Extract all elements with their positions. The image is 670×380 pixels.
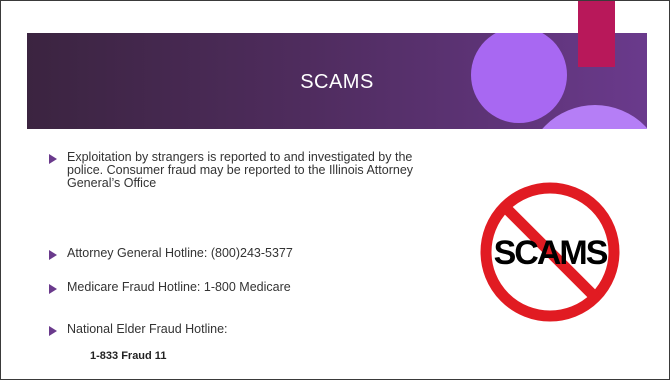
bullet-arrow-icon xyxy=(49,154,57,164)
bullet-item: National Elder Fraud Hotline: xyxy=(49,323,228,336)
bullet-text: Medicare Fraud Hotline: 1-800 Medicare xyxy=(67,280,291,294)
hotline-number: 1-833 Fraud 11 xyxy=(90,350,167,362)
bullet-text: National Elder Fraud Hotline: xyxy=(67,322,228,336)
bullet-item: Attorney General Hotline: (800)243-5377 xyxy=(49,247,293,260)
slide-title: SCAMS xyxy=(300,71,374,93)
bullet-arrow-icon xyxy=(49,326,57,336)
bullet-text: Attorney General Hotline: (800)243-5377 xyxy=(67,246,293,260)
bullet-item: Exploitation by strangers is reported to… xyxy=(49,151,449,190)
slide: SCAMS Exploitation by strangers is repor… xyxy=(0,0,670,380)
title-banner: SCAMS xyxy=(27,33,647,129)
no-scams-sign-icon: SCAMS xyxy=(480,182,620,322)
bullet-arrow-icon xyxy=(49,284,57,294)
bullet-item: Medicare Fraud Hotline: 1-800 Medicare xyxy=(49,281,291,294)
accent-rectangle xyxy=(578,1,615,67)
sign-text: SCAMS xyxy=(494,234,608,272)
bullet-text: Exploitation by strangers is reported to… xyxy=(67,150,414,190)
bullet-arrow-icon xyxy=(49,250,57,260)
